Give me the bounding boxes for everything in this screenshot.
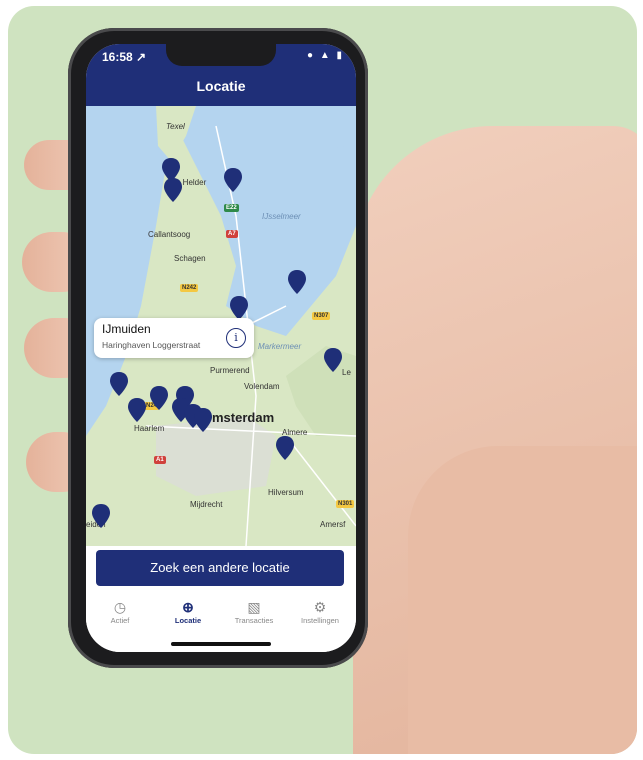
info-icon[interactable]: i (226, 328, 246, 348)
notch (166, 44, 276, 66)
map-pin[interactable] (150, 386, 168, 410)
tab-instellingen[interactable]: ⚙ Instellingen (286, 598, 354, 625)
bottom-area: Zoek een andere locatie ◷ Actief ⊕ Locat… (86, 546, 356, 652)
tab-label: Instellingen (301, 616, 339, 625)
label-amersfoort: Amersf (320, 520, 346, 529)
road-e22: E22 (224, 204, 239, 212)
search-other-location-button[interactable]: Zoek een andere locatie (96, 550, 344, 586)
map-view[interactable]: Texel n Helder Callantsoog Schagen IJsse… (86, 106, 356, 546)
label-mijdrecht: Mijdrecht (190, 500, 223, 509)
tab-label: Transacties (234, 616, 274, 625)
phone-screen: 16:58 ↗ ● ▲ ▮ Locatie Texel n Helder Cal… (86, 44, 356, 652)
gears-icon: ⚙ (313, 599, 327, 615)
status-icons: ● ▲ ▮ (307, 50, 344, 61)
callout-title: IJmuiden (102, 322, 151, 336)
map-pin[interactable] (276, 436, 294, 460)
label-callantsoog: Callantsoog (148, 230, 191, 239)
callout-subtitle: Haringhaven Loggerstraat (102, 340, 201, 350)
hand-wrist (408, 446, 637, 754)
label-lelystad: Le (342, 368, 351, 377)
map-pin[interactable] (110, 372, 128, 396)
road-n242: N242 (180, 284, 199, 292)
road-a1: A1 (154, 456, 166, 464)
label-schagen: Schagen (174, 254, 206, 263)
tab-transacties[interactable]: ▧ Transacties (220, 598, 288, 625)
map-pin[interactable] (194, 408, 212, 432)
map-pin[interactable] (288, 270, 306, 294)
home-indicator (171, 642, 271, 646)
tab-locatie[interactable]: ⊕ Locatie (154, 598, 222, 625)
map-pin[interactable] (92, 504, 110, 528)
road-n307: N307 (312, 312, 331, 320)
label-amsterdam: msterdam (212, 410, 275, 425)
page-title: Locatie (196, 78, 246, 94)
crosshair-icon: ⊕ (182, 599, 194, 615)
app-header: 16:58 ↗ ● ▲ ▮ Locatie (86, 44, 356, 106)
tab-bar: ◷ Actief ⊕ Locatie ▧ Transacties ⚙ Inste… (86, 598, 356, 638)
label-texel: Texel (166, 122, 185, 131)
location-callout[interactable]: IJmuiden Haringhaven Loggerstraat i (94, 318, 254, 358)
label-volendam: Volendam (244, 382, 280, 391)
status-time: 16:58 ↗ (102, 50, 147, 64)
road-n301: N301 (336, 500, 355, 508)
label-ijsselmeer: IJsselmeer (262, 212, 301, 221)
map-pin[interactable] (128, 398, 146, 422)
gauge-icon: ◷ (113, 599, 127, 615)
label-haarlem: Haarlem (134, 424, 165, 433)
map-pin[interactable] (224, 168, 242, 192)
map-pin[interactable] (324, 348, 342, 372)
label-purmerend: Purmerend (210, 366, 250, 375)
map-pin[interactable] (230, 296, 248, 320)
label-hilversum: Hilversum (268, 488, 304, 497)
label-markermeer: Markermeer (258, 342, 302, 351)
road-a7: A7 (226, 230, 238, 238)
tab-label: Locatie (174, 616, 202, 625)
tab-label: Actief (110, 616, 130, 625)
tab-actief[interactable]: ◷ Actief (86, 598, 154, 625)
map-pin[interactable] (164, 178, 182, 202)
bar-chart-icon: ▧ (247, 599, 261, 615)
